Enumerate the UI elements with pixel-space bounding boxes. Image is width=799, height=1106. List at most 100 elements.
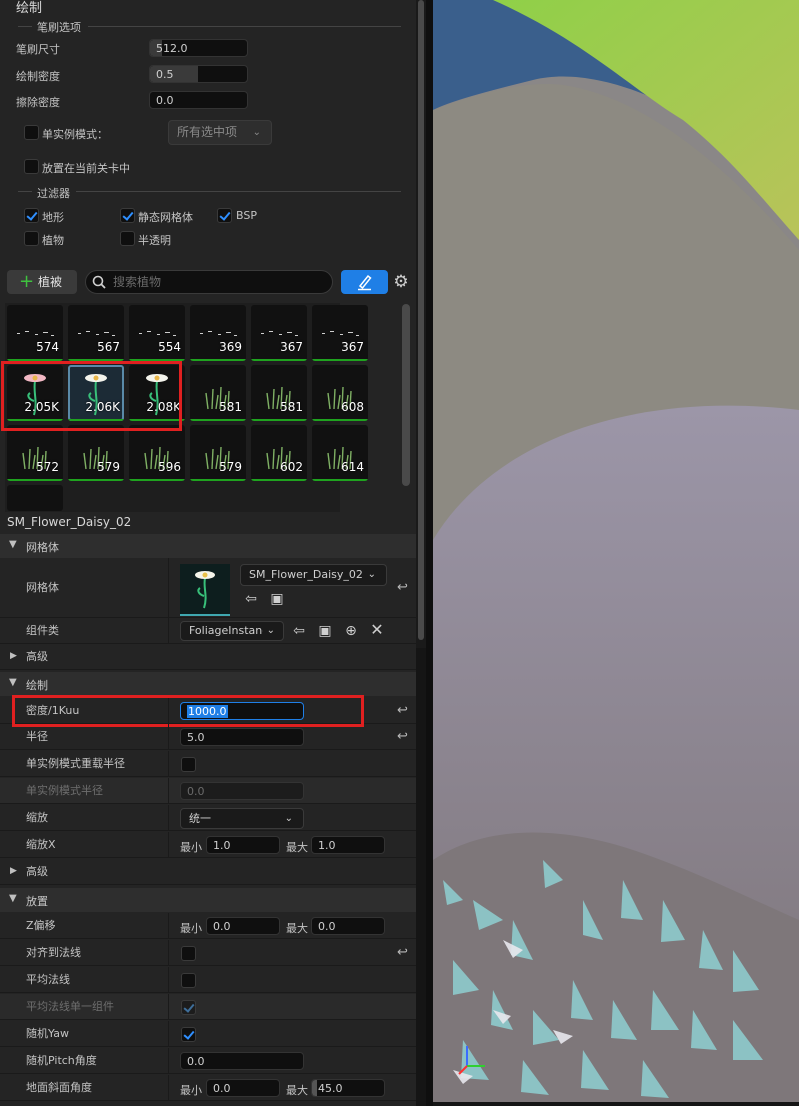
tile-instance-count: 602 (280, 460, 303, 474)
clear-icon[interactable]: ✕ (368, 622, 386, 638)
filter-static-mesh-label: 静态网格体 (138, 211, 193, 224)
foliage-tile[interactable]: 367 (312, 305, 368, 361)
radius-row: 半径 5.0 ↩ (0, 724, 416, 750)
add-foliage-button[interactable]: + 植被 (7, 270, 77, 294)
tile-count-bar (190, 479, 246, 481)
scaling-dropdown[interactable]: 统一 ⌄ (180, 808, 304, 829)
scale-x-row: 缩放X 最小 1.0 最大 1.0 (0, 832, 416, 858)
foliage-tile[interactable]: 369 (190, 305, 246, 361)
foliage-tile[interactable]: 567 (68, 305, 124, 361)
single-instance-dropdown[interactable]: 所有选中项 ⌄ (168, 120, 272, 145)
panel-splitter[interactable] (426, 0, 433, 1106)
advanced-row[interactable]: ▶ 高级 (0, 859, 416, 885)
tile-instance-count: 369 (219, 340, 242, 354)
ground-slope-min-field[interactable]: 0.0 (206, 1079, 280, 1097)
single-override-radius-row: 单实例模式重载半径 (0, 751, 416, 777)
place-in-level-checkbox[interactable] (24, 159, 39, 174)
tile-count-bar (251, 419, 307, 421)
expand-arrow-icon: ▶ (10, 651, 17, 661)
paint-mode-button[interactable] (341, 270, 388, 294)
foliage-tile[interactable]: 596 (129, 425, 185, 481)
foliage-tile[interactable]: 579 (68, 425, 124, 481)
add-icon[interactable]: ⊕ (342, 623, 360, 639)
scale-x-min-value: 1.0 (213, 839, 231, 852)
search-placeholder: 搜索植物 (113, 275, 162, 289)
radius-field[interactable]: 5.0 (180, 728, 304, 746)
chevron-down-icon: ⌄ (284, 813, 293, 824)
use-selected-class-icon[interactable]: ⇦ (290, 623, 308, 639)
placement-category[interactable]: ▼ 放置 (0, 888, 416, 912)
browse-class-icon[interactable]: ▣ (316, 623, 334, 639)
divider (18, 191, 32, 192)
tile-instance-count: 608 (341, 400, 364, 414)
average-normal-checkbox[interactable] (181, 973, 196, 988)
reset-to-default-icon[interactable]: ↩ (397, 729, 408, 744)
foliage-tile[interactable]: 367 (251, 305, 307, 361)
foliage-tile[interactable]: 581 (251, 365, 307, 421)
paint-category[interactable]: ▼ 绘制 (0, 672, 416, 696)
scaling-label: 缩放 (26, 811, 48, 824)
paint-brush-icon (358, 274, 372, 291)
foliage-tile[interactable]: 572 (7, 425, 63, 481)
level-viewport[interactable] (433, 0, 799, 1102)
random-yaw-checkbox[interactable] (181, 1027, 196, 1042)
advanced-label: 高级 (26, 650, 48, 663)
z-offset-min-value: 0.0 (213, 920, 231, 933)
panel-scrollbar[interactable] (418, 0, 424, 640)
component-class-dropdown[interactable]: FoliageInstanc ⌄ (180, 621, 284, 641)
radius-value: 5.0 (187, 731, 205, 744)
filter-bsp-checkbox[interactable] (217, 208, 232, 223)
foliage-tile[interactable]: 581 (190, 365, 246, 421)
reset-to-default-icon[interactable]: ↩ (397, 945, 408, 960)
foliage-tile[interactable]: 579 (190, 425, 246, 481)
tile-instance-count: 614 (341, 460, 364, 474)
tile-count-bar (190, 419, 246, 421)
z-offset-max-field[interactable]: 0.0 (311, 917, 385, 935)
single-instance-checkbox[interactable] (24, 125, 39, 140)
erase-density-field[interactable]: 0.0 (149, 91, 248, 109)
tile-count-bar (129, 479, 185, 481)
foliage-tile[interactable]: 574 (7, 305, 63, 361)
min-label: 最小 (180, 922, 202, 935)
scale-x-max-field[interactable]: 1.0 (311, 836, 385, 854)
random-pitch-field[interactable]: 0.0 (180, 1052, 304, 1070)
foliage-tile[interactable] (7, 485, 63, 511)
mesh-asset-dropdown[interactable]: SM_Flower_Daisy_02 ⌄ (240, 564, 387, 586)
mesh-category[interactable]: ▼ 网格体 (0, 534, 416, 558)
average-normal-label: 平均法线 (26, 973, 70, 986)
min-label: 最小 (180, 841, 202, 854)
filter-static-mesh-checkbox[interactable] (120, 208, 135, 223)
paint-density-field[interactable]: 0.5 (149, 65, 248, 83)
single-override-radius-checkbox[interactable] (181, 757, 196, 772)
tile-count-bar (68, 479, 124, 481)
mesh-thumbnail[interactable] (180, 564, 230, 616)
single-radius-field[interactable]: 0.0 (180, 782, 304, 800)
search-foliage-input[interactable]: 搜索植物 (85, 270, 333, 294)
filter-translucent-checkbox[interactable] (120, 231, 135, 246)
scale-x-min-field[interactable]: 1.0 (206, 836, 280, 854)
reset-to-default-icon[interactable]: ↩ (397, 703, 408, 718)
flower-thumbnail-image (195, 571, 215, 609)
reset-to-default-icon[interactable]: ↩ (397, 580, 408, 595)
align-normal-checkbox[interactable] (181, 946, 196, 961)
place-in-level-label: 放置在当前关卡中 (42, 162, 130, 175)
palette-scrollbar[interactable] (402, 304, 410, 486)
filter-foliage-checkbox[interactable] (24, 231, 39, 246)
ground-slope-max-field[interactable]: 45.0 (311, 1079, 385, 1097)
browse-asset-icon[interactable]: ▣ (268, 591, 286, 607)
paint-density-label: 绘制密度 (16, 70, 60, 83)
foliage-tile[interactable]: 614 (312, 425, 368, 481)
foliage-tile[interactable]: 554 (129, 305, 185, 361)
foliage-tile[interactable]: 602 (251, 425, 307, 481)
brush-size-field[interactable]: 512.0 (149, 39, 248, 57)
average-normal-single-checkbox[interactable] (181, 1000, 196, 1015)
advanced-row[interactable]: ▶ 高级 (0, 644, 416, 670)
foliage-tile[interactable]: 608 (312, 365, 368, 421)
use-selected-asset-icon[interactable]: ⇦ (242, 591, 260, 607)
tile-count-bar (312, 359, 368, 361)
scaling-row: 缩放 统一 ⌄ (0, 805, 416, 831)
z-offset-min-field[interactable]: 0.0 (206, 917, 280, 935)
filter-landscape-checkbox[interactable] (24, 208, 39, 223)
tile-instance-count: 367 (280, 340, 303, 354)
settings-gear-icon[interactable]: ⚙ (392, 272, 410, 292)
